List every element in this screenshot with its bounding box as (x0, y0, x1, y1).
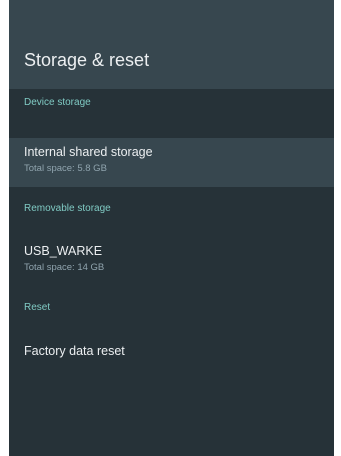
header: Storage & reset (9, 0, 334, 89)
item-title: Internal shared storage (24, 145, 153, 159)
item-subtitle: Total space: 14 GB (24, 262, 105, 273)
settings-panel: Storage & reset Device storage Internal … (9, 0, 334, 456)
item-subtitle: Total space: 5.8 GB (24, 163, 107, 174)
list-item-usb-storage[interactable]: USB_WARKE Total space: 14 GB (9, 237, 334, 286)
section-header-device-storage: Device storage (24, 97, 91, 108)
section-header-removable-storage: Removable storage (24, 203, 111, 214)
section-header-reset: Reset (24, 302, 51, 313)
list-item-factory-data-reset[interactable]: Factory data reset (9, 337, 334, 386)
item-title: USB_WARKE (24, 244, 103, 258)
page-title: Storage & reset (24, 50, 150, 70)
item-title: Factory data reset (24, 344, 125, 358)
list-item-internal-shared-storage[interactable]: Internal shared storage Total space: 5.8… (9, 138, 334, 187)
